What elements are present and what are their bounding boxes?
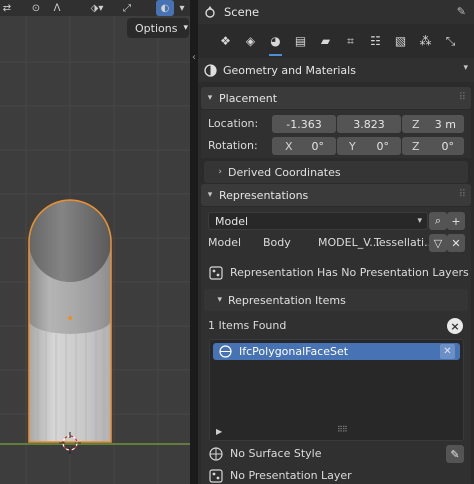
- location-z-value: 3 m: [434, 117, 456, 131]
- list-footer: ▶ ⠿⠿: [209, 425, 464, 440]
- remove-item-icon[interactable]: ✕: [440, 344, 455, 359]
- location-x-field[interactable]: -1.363: [272, 115, 336, 133]
- placement-panel-header[interactable]: ▾ Placement ⠿: [201, 87, 471, 109]
- drag-handle-icon[interactable]: ⠿: [459, 189, 466, 200]
- items-count: 1 Items Found: [208, 319, 287, 332]
- chevron-down-icon: ▾: [463, 63, 468, 73]
- chevron-down-icon: ▾: [207, 93, 213, 103]
- filter-icon[interactable]: ▽: [429, 234, 447, 252]
- snap-icon[interactable]: ⬗▾: [86, 0, 108, 16]
- list-item[interactable]: IfcPolygonalFaceSet ✕: [213, 343, 460, 360]
- options-button[interactable]: Options ▾: [127, 18, 189, 38]
- representation-subcontext: Body: [263, 236, 291, 249]
- rotation-y-field[interactable]: Y 0°: [337, 137, 401, 155]
- ifc-object-tab-icon[interactable]: ◕: [266, 30, 285, 56]
- rotation-y-key: Y: [349, 139, 356, 153]
- layers-icon: [209, 266, 223, 280]
- viewport-header: ⇄ ⊙ ᐱ ⬗▾ ⤢ ◐ ▾: [0, 0, 190, 16]
- representation-items-title: Representation Items: [228, 293, 346, 307]
- rotation-z-field[interactable]: Z 0°: [402, 137, 464, 155]
- viewport-scene: [0, 16, 190, 484]
- properties-header: Scene ✎: [198, 0, 474, 24]
- derived-coordinates-title: Derived Coordinates: [228, 165, 341, 179]
- chevron-right-icon: ›: [218, 167, 222, 177]
- edit-icon[interactable]: ✎: [446, 445, 464, 463]
- context-selector[interactable]: Geometry and Materials ▾: [198, 58, 474, 82]
- collection-tab-icon[interactable]: ☷: [366, 30, 385, 52]
- rotation-z-key: Z: [412, 139, 420, 153]
- properties-tabs: ❖ ◈ ◕ ▤ ▰ ⌗ ☷ ▧ ⁂ ⤡: [198, 26, 474, 56]
- no-presentation-layer-text: No Presentation Layer: [230, 469, 352, 482]
- area-splitter[interactable]: ‹: [190, 0, 198, 484]
- location-z-key: Z: [412, 117, 420, 131]
- drag-handle-icon[interactable]: ⠿: [459, 92, 466, 103]
- constraints-tab-icon[interactable]: ⌗: [341, 30, 360, 52]
- geometry-icon: [204, 63, 217, 77]
- no-surface-style-text: No Surface Style: [230, 447, 322, 460]
- list-item-label: IfcPolygonalFaceSet: [239, 345, 349, 358]
- rotation-label: Rotation:: [208, 139, 258, 152]
- group-tab-icon[interactable]: ⁂: [416, 30, 435, 52]
- representation-context-value: Model: [215, 214, 249, 228]
- list-expand-icon[interactable]: ▶: [216, 427, 222, 436]
- representation-target-view: MODEL_V...: [318, 236, 380, 249]
- pivot-icon[interactable]: ⊙: [28, 0, 44, 16]
- chevron-down-icon: ▾: [183, 23, 188, 33]
- search-icon[interactable]: ⌕: [429, 212, 447, 230]
- chevron-down-icon: ▾: [417, 216, 422, 226]
- derived-coordinates-header[interactable]: › Derived Coordinates: [204, 161, 468, 183]
- chevron-down-icon: ▾: [207, 190, 213, 200]
- location-z-field[interactable]: Z 3 m: [402, 115, 464, 133]
- location-x-value: -1.363: [286, 117, 322, 131]
- scene-icon: [205, 6, 215, 18]
- representation-type: Tessellati...: [374, 236, 435, 249]
- chevron-down-icon: ▾: [217, 295, 222, 305]
- scene-label: Scene: [224, 5, 260, 19]
- options-label: Options: [135, 21, 178, 35]
- location-y-value: 3.823: [353, 117, 385, 131]
- remove-icon[interactable]: ✕: [447, 234, 465, 252]
- representation-context-select[interactable]: Model ▾: [208, 212, 428, 230]
- representations-panel-header[interactable]: ▾ Representations ⠿: [201, 184, 471, 206]
- view-layer-tab-icon[interactable]: ▰: [316, 30, 335, 52]
- placement-title: Placement: [219, 91, 278, 105]
- close-icon[interactable]: ×: [447, 318, 463, 334]
- add-icon[interactable]: +: [447, 212, 465, 230]
- context-label: Geometry and Materials: [223, 63, 356, 77]
- surface-style-icon: [209, 447, 223, 461]
- rotation-x-value: 0°: [311, 139, 325, 153]
- representation-items-header[interactable]: ▾ Representation Items: [204, 289, 468, 311]
- resize-grip-icon[interactable]: ⠿⠿: [337, 425, 348, 434]
- overlay-icon[interactable]: ⤢: [118, 0, 136, 16]
- material-tab-icon[interactable]: ▧: [391, 30, 410, 52]
- 3d-viewport[interactable]: ⇄ ⊙ ᐱ ⬗▾ ⤢ ◐ ▾ Options ▾: [0, 0, 190, 484]
- rotation-y-value: 0°: [376, 139, 390, 153]
- tool-tab-icon[interactable]: ❖: [216, 30, 235, 52]
- render-tab-icon[interactable]: ◈: [241, 30, 260, 52]
- location-y-field[interactable]: 3.823: [337, 115, 401, 133]
- chevron-left-icon[interactable]: ‹: [190, 52, 198, 63]
- proportional-icon[interactable]: ᐱ: [46, 0, 68, 16]
- layers-icon: [209, 469, 223, 483]
- chevron-down-icon[interactable]: ▾: [176, 0, 188, 16]
- representations-title: Representations: [219, 188, 309, 202]
- location-label: Location:: [208, 117, 259, 130]
- xray-icon[interactable]: ◐: [156, 0, 174, 16]
- rotation-x-key: X: [285, 139, 293, 153]
- pin-icon[interactable]: ✎: [457, 5, 466, 18]
- rotation-x-field[interactable]: X 0°: [272, 137, 336, 155]
- rotation-z-value: 0°: [441, 139, 455, 153]
- modifier-tab-icon[interactable]: ⤡: [441, 30, 460, 52]
- output-tab-icon[interactable]: ▤: [291, 30, 310, 52]
- representation-context: Model: [208, 236, 242, 249]
- no-presentation-layers-text: Representation Has No Presentation Layer…: [230, 266, 469, 279]
- geometry-item-icon: [217, 344, 233, 360]
- transform-icon[interactable]: ⇄: [0, 0, 14, 16]
